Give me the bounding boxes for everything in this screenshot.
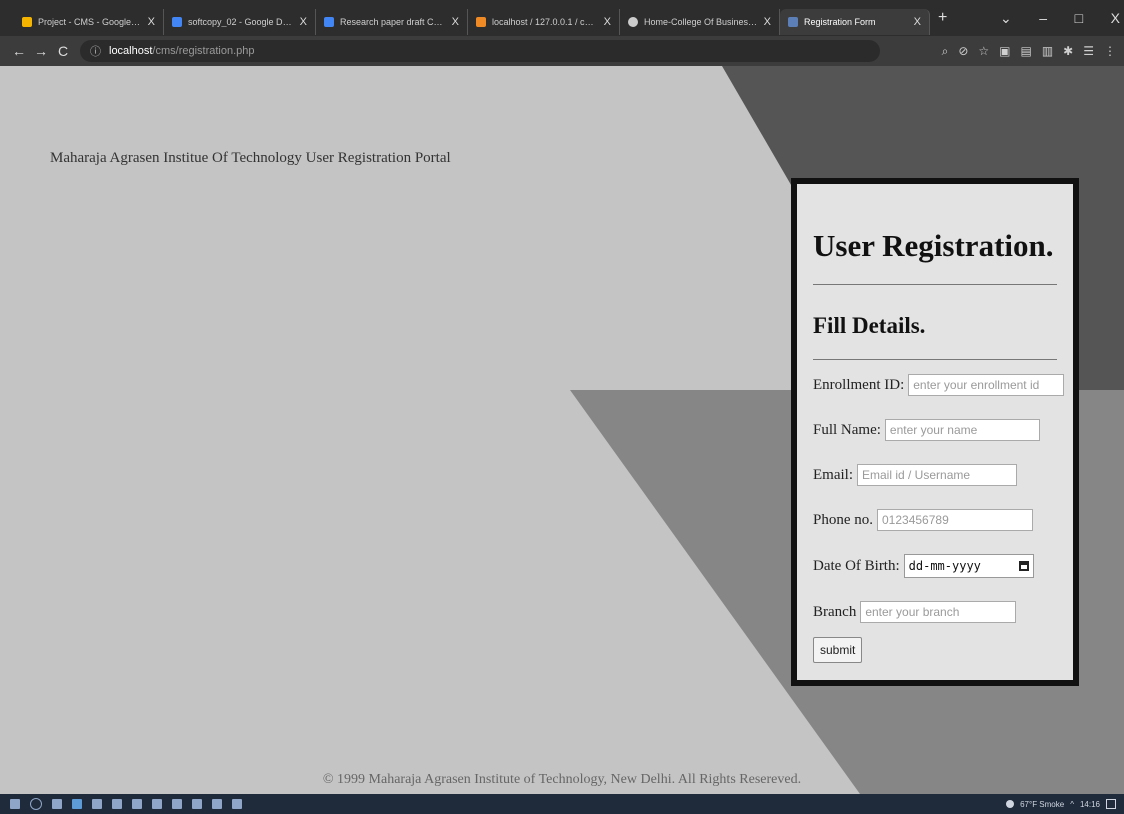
os-taskbar: 67°F Smoke ^ 14:16	[0, 794, 1124, 814]
info-icon[interactable]: ⓘ	[90, 43, 101, 59]
close-icon[interactable]: X	[764, 16, 771, 28]
weather-text[interactable]: 67°F Smoke	[1020, 800, 1064, 809]
tab-phpmyadmin[interactable]: localhost / 127.0.0.1 / collegeman X	[468, 9, 620, 35]
dob-label: Date Of Birth:	[813, 557, 900, 574]
calendar-icon[interactable]	[1018, 561, 1029, 571]
form-heading: User Registration.	[813, 228, 1054, 263]
divider	[813, 359, 1057, 360]
extensions-puzzle-icon[interactable]: ✱	[1063, 44, 1073, 58]
weather-icon[interactable]	[1006, 800, 1015, 808]
phone-label: Phone no.	[813, 511, 873, 528]
share-icon[interactable]: ⊘	[958, 44, 968, 58]
app-icon[interactable]	[72, 799, 82, 809]
system-tray: 67°F Smoke ^ 14:16	[1006, 794, 1116, 814]
tab-label: Project - CMS - Google Drive	[38, 17, 142, 27]
tab-search-button[interactable]: ⌄	[1000, 10, 1012, 27]
dob-row: Date Of Birth: dd-mm-yyyy	[813, 554, 1057, 578]
form-subheading: Fill Details.	[813, 313, 926, 338]
portal-title: Maharaja Agrasen Institue Of Technology …	[50, 150, 451, 166]
enrollment-input[interactable]	[908, 374, 1065, 396]
url-path: /cms/registration.php	[152, 45, 255, 57]
docs-icon	[172, 17, 182, 27]
docs-icon	[324, 17, 334, 27]
close-icon[interactable]: X	[452, 16, 459, 28]
window-controls: ⌄ – □ X	[1000, 0, 1120, 36]
reload-button[interactable]: C	[52, 43, 74, 59]
task-view-icon[interactable]	[52, 799, 62, 809]
close-icon[interactable]: X	[604, 16, 611, 28]
tab-registration-form[interactable]: Registration Form X	[780, 9, 930, 35]
full-name-row: Full Name:	[813, 419, 1057, 441]
extension-icon[interactable]: ▥	[1042, 44, 1053, 58]
registration-card: User Registration. Fill Details. Enrollm…	[791, 178, 1079, 686]
app-icon[interactable]	[152, 799, 162, 809]
full-name-label: Full Name:	[813, 421, 881, 438]
back-button[interactable]: ←	[8, 43, 30, 59]
forward-button[interactable]: →	[30, 43, 52, 59]
submit-button[interactable]: submit	[813, 637, 863, 663]
tab-label: Research paper draft COLLEGE N	[340, 17, 446, 27]
app-icon[interactable]	[112, 799, 122, 809]
chevron-up-icon[interactable]: ^	[1070, 800, 1074, 809]
extension-icons: ⌕ ⊘ ☆ ▣ ▤ ▥ ✱ ☰ ⋮	[942, 36, 1116, 66]
close-icon[interactable]: X	[148, 16, 155, 28]
close-window-button[interactable]: X	[1111, 10, 1120, 26]
close-icon[interactable]: X	[300, 16, 307, 28]
minimize-button[interactable]: –	[1039, 10, 1047, 26]
footer-copyright: © 1999 Maharaja Agrasen Institute of Tec…	[322, 772, 802, 787]
url-host: localhost	[109, 45, 153, 57]
url-input[interactable]: ⓘ localhost/cms/registration.php	[80, 40, 880, 62]
app-icon[interactable]	[192, 799, 202, 809]
enrollment-row: Enrollment ID:	[813, 374, 1065, 396]
email-input[interactable]	[857, 464, 1017, 486]
app-icon[interactable]	[172, 799, 182, 809]
branch-input[interactable]	[860, 601, 1017, 623]
tab-google-drive[interactable]: Project - CMS - Google Drive X	[14, 9, 164, 35]
menu-icon[interactable]: ⋮	[1104, 44, 1116, 58]
clock[interactable]: 14:16	[1080, 800, 1100, 809]
extension-icon[interactable]: ▤	[1020, 44, 1031, 58]
app-icon[interactable]	[132, 799, 142, 809]
tab-label: Home-College Of Business Studi	[644, 17, 758, 27]
tab-label: softcopy_02 - Google Docs	[188, 17, 294, 27]
dob-input[interactable]: dd-mm-yyyy	[903, 554, 1034, 578]
notification-icon[interactable]	[1106, 799, 1116, 809]
branch-row: Branch	[813, 601, 1057, 623]
divider	[813, 284, 1057, 285]
branch-label: Branch	[813, 603, 857, 620]
drive-icon	[22, 17, 32, 27]
email-label: Email:	[813, 466, 853, 483]
page-icon	[788, 17, 798, 27]
bookmark-star-icon[interactable]: ☆	[978, 44, 989, 58]
tab-google-docs[interactable]: softcopy_02 - Google Docs X	[164, 9, 316, 35]
app-icon[interactable]	[232, 799, 242, 809]
full-name-input[interactable]	[884, 419, 1040, 441]
tab-label: localhost / 127.0.0.1 / collegeman	[492, 17, 598, 27]
extension-icon[interactable]: ▣	[999, 44, 1010, 58]
phpmyadmin-icon	[476, 17, 486, 27]
phone-row: Phone no.	[813, 509, 1057, 531]
dob-placeholder: dd-mm-yyyy	[908, 559, 981, 573]
tab-research-paper[interactable]: Research paper draft COLLEGE N X	[316, 9, 468, 35]
close-icon[interactable]: X	[914, 16, 921, 28]
maximize-button[interactable]: □	[1075, 10, 1083, 26]
email-row: Email:	[813, 464, 1057, 486]
browser-tab-bar: Project - CMS - Google Drive X softcopy_…	[0, 0, 1124, 36]
profile-icon[interactable]: ☰	[1083, 44, 1094, 58]
zoom-icon[interactable]: ⌕	[942, 44, 949, 59]
app-icon[interactable]	[92, 799, 102, 809]
tab-college-home[interactable]: Home-College Of Business Studi X	[620, 9, 780, 35]
phone-input[interactable]	[877, 509, 1033, 531]
search-icon[interactable]	[30, 798, 42, 810]
new-tab-button[interactable]: +	[938, 9, 947, 27]
enrollment-label: Enrollment ID:	[813, 376, 905, 393]
tab-label: Registration Form	[804, 17, 876, 27]
start-icon[interactable]	[10, 799, 20, 809]
globe-icon	[628, 17, 638, 27]
page-content: Maharaja Agrasen Institue Of Technology …	[0, 66, 1124, 794]
app-icon[interactable]	[212, 799, 222, 809]
